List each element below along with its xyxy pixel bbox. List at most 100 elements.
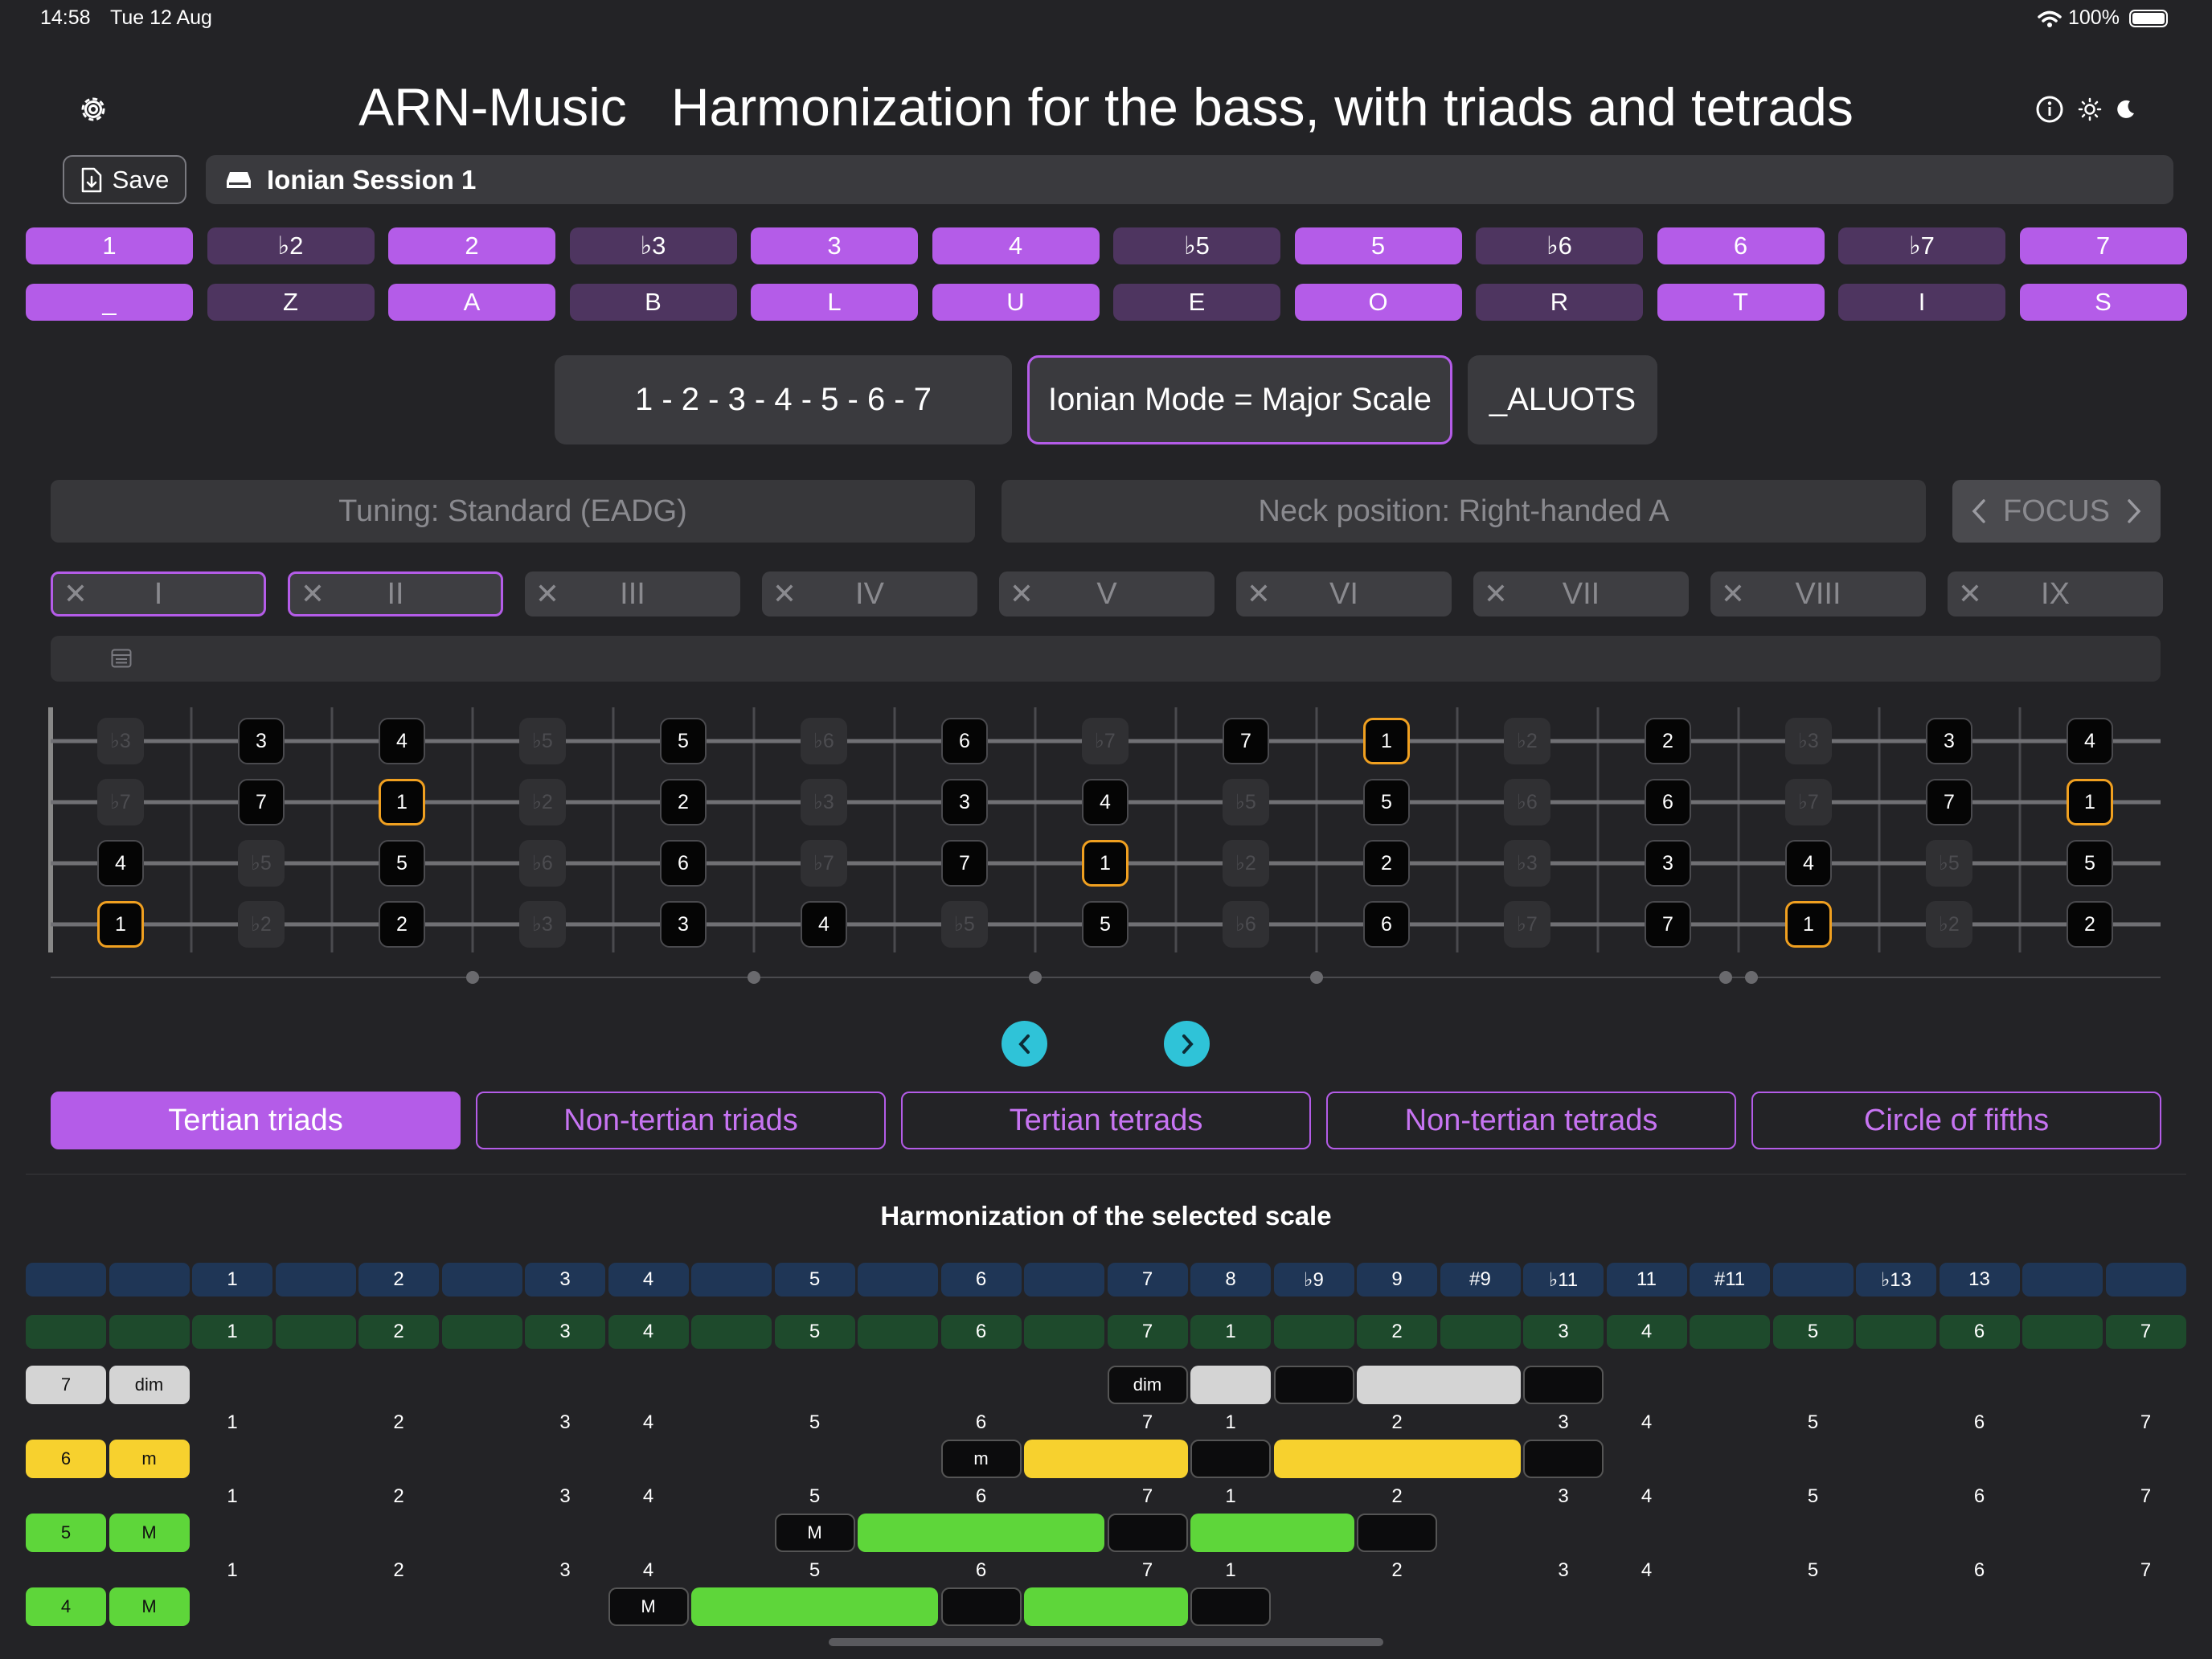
degree-button[interactable]: 7 xyxy=(2019,227,2187,264)
letter-button[interactable]: T xyxy=(1657,284,1825,321)
letter-button[interactable]: R xyxy=(1476,284,1643,321)
previous-button[interactable] xyxy=(1002,1021,1047,1067)
fret-note[interactable]: 3 xyxy=(941,779,988,825)
fret-note-root[interactable]: 1 xyxy=(1363,718,1410,764)
fret-note[interactable]: 3 xyxy=(1645,840,1691,887)
close-icon[interactable]: ✕ xyxy=(290,577,335,611)
close-icon[interactable]: ✕ xyxy=(53,577,98,611)
close-icon[interactable]: ✕ xyxy=(1948,577,1993,611)
fret-note[interactable]: 7 xyxy=(1926,779,1972,825)
fret-note[interactable]: 4 xyxy=(1785,840,1832,887)
chord-degree-chip[interactable]: 4 xyxy=(26,1587,106,1626)
chord-quality-chip[interactable]: m xyxy=(109,1440,190,1478)
position-toggle[interactable]: ✕ IV xyxy=(762,571,977,616)
position-toggle[interactable]: ✕ VIII xyxy=(1710,571,1926,616)
fret-note[interactable]: 3 xyxy=(660,901,707,948)
degree-button[interactable]: ♭5 xyxy=(1113,227,1280,264)
fret-note[interactable]: 4 xyxy=(2067,718,2113,764)
fret-note-hidden[interactable]: ♭7 xyxy=(1504,901,1550,948)
save-button[interactable]: Save xyxy=(63,155,186,204)
position-toggle[interactable]: ✕ V xyxy=(999,571,1215,616)
fret-note-hidden[interactable]: ♭5 xyxy=(519,718,566,764)
fret-note[interactable]: 5 xyxy=(379,840,425,887)
fret-note[interactable]: 6 xyxy=(941,718,988,764)
fret-note[interactable]: 7 xyxy=(1223,718,1269,764)
chord-degree-chip[interactable]: 7 xyxy=(26,1366,106,1404)
letter-button[interactable]: B xyxy=(569,284,737,321)
letter-button[interactable]: S xyxy=(2019,284,2187,321)
position-toggle[interactable]: ✕ IX xyxy=(1948,571,2163,616)
fret-note[interactable]: 2 xyxy=(660,779,707,825)
info-icon[interactable] xyxy=(2034,93,2066,125)
fret-note-hidden[interactable]: ♭3 xyxy=(97,718,144,764)
fret-note-hidden[interactable]: ♭3 xyxy=(1785,718,1832,764)
fret-note-hidden[interactable]: ♭7 xyxy=(1082,718,1129,764)
degree-button[interactable]: 5 xyxy=(1294,227,1462,264)
fret-note-hidden[interactable]: ♭3 xyxy=(519,901,566,948)
fret-note[interactable]: 5 xyxy=(660,718,707,764)
tab-tertian-triads[interactable]: Tertian triads xyxy=(51,1092,461,1149)
fret-note[interactable]: 4 xyxy=(801,901,847,948)
fret-note-hidden[interactable]: ♭2 xyxy=(1223,840,1269,887)
position-toggle[interactable]: ✕ III xyxy=(525,571,740,616)
degree-button[interactable]: ♭2 xyxy=(207,227,375,264)
fret-note-hidden[interactable]: ♭6 xyxy=(519,840,566,887)
fret-note-root[interactable]: 1 xyxy=(379,779,425,825)
fret-note-hidden[interactable]: ♭6 xyxy=(1223,901,1269,948)
fret-note[interactable]: 5 xyxy=(1082,901,1129,948)
fret-note[interactable]: 7 xyxy=(238,779,285,825)
fret-note[interactable]: 4 xyxy=(97,840,144,887)
fret-note[interactable]: 2 xyxy=(379,901,425,948)
fret-note-hidden[interactable]: ♭3 xyxy=(801,779,847,825)
mode-code[interactable]: _ALUOTS xyxy=(1468,355,1657,444)
letter-button[interactable]: U xyxy=(932,284,1100,321)
fret-note[interactable]: 3 xyxy=(238,718,285,764)
fret-note-hidden[interactable]: ♭5 xyxy=(941,901,988,948)
fret-note-hidden[interactable]: ♭5 xyxy=(1223,779,1269,825)
fret-note[interactable]: 5 xyxy=(2067,840,2113,887)
fret-note-hidden[interactable]: ♭2 xyxy=(238,901,285,948)
fret-note[interactable]: 4 xyxy=(379,718,425,764)
next-button[interactable] xyxy=(1164,1021,1210,1067)
focus-control[interactable]: FOCUS xyxy=(1952,480,2161,543)
fret-note[interactable]: 7 xyxy=(941,840,988,887)
chord-degree-chip[interactable]: 5 xyxy=(26,1514,106,1552)
position-toggle[interactable]: ✕ I xyxy=(51,571,266,616)
degree-button[interactable]: ♭6 xyxy=(1476,227,1643,264)
fret-note[interactable]: 5 xyxy=(1363,779,1410,825)
fret-note-hidden[interactable]: ♭7 xyxy=(1785,779,1832,825)
tuning-selector[interactable]: Tuning: Standard (EADG) xyxy=(51,480,975,543)
fret-note[interactable]: 6 xyxy=(1645,779,1691,825)
chord-quality-chip[interactable]: M xyxy=(109,1587,190,1626)
letter-button[interactable]: E xyxy=(1113,284,1280,321)
close-icon[interactable]: ✕ xyxy=(1236,577,1281,611)
close-icon[interactable]: ✕ xyxy=(999,577,1044,611)
position-toggle[interactable]: ✕ II xyxy=(288,571,503,616)
fret-note-hidden[interactable]: ♭6 xyxy=(1504,779,1550,825)
session-field[interactable]: Ionian Session 1 xyxy=(206,155,2173,204)
keyboard-icon[interactable] xyxy=(111,649,132,668)
fret-note-root[interactable]: 1 xyxy=(97,901,144,948)
tab-tertian-tetrads[interactable]: Tertian tetrads xyxy=(901,1092,1311,1149)
degree-button[interactable]: ♭7 xyxy=(1838,227,2005,264)
close-icon[interactable]: ✕ xyxy=(762,577,807,611)
close-icon[interactable]: ✕ xyxy=(1473,577,1518,611)
fret-note-root[interactable]: 1 xyxy=(1082,840,1129,887)
fret-note[interactable]: 6 xyxy=(1363,901,1410,948)
fret-note[interactable]: 2 xyxy=(1363,840,1410,887)
degree-button[interactable]: 1 xyxy=(26,227,193,264)
fret-note[interactable]: 2 xyxy=(2067,901,2113,948)
degree-button[interactable]: 2 xyxy=(388,227,555,264)
letter-button[interactable]: A xyxy=(388,284,555,321)
position-toggle[interactable]: ✕ VI xyxy=(1236,571,1452,616)
close-icon[interactable]: ✕ xyxy=(525,577,570,611)
fret-note[interactable]: 7 xyxy=(1645,901,1691,948)
position-toggle[interactable]: ✕ VII xyxy=(1473,571,1689,616)
fret-note-hidden[interactable]: ♭5 xyxy=(1926,840,1972,887)
letter-button[interactable]: Z xyxy=(207,284,375,321)
fret-note[interactable]: 6 xyxy=(660,840,707,887)
fret-note-hidden[interactable]: ♭3 xyxy=(1504,840,1550,887)
fret-note-hidden[interactable]: ♭6 xyxy=(801,718,847,764)
letter-button[interactable]: O xyxy=(1294,284,1462,321)
mode-name[interactable]: Ionian Mode = Major Scale xyxy=(1027,355,1452,444)
